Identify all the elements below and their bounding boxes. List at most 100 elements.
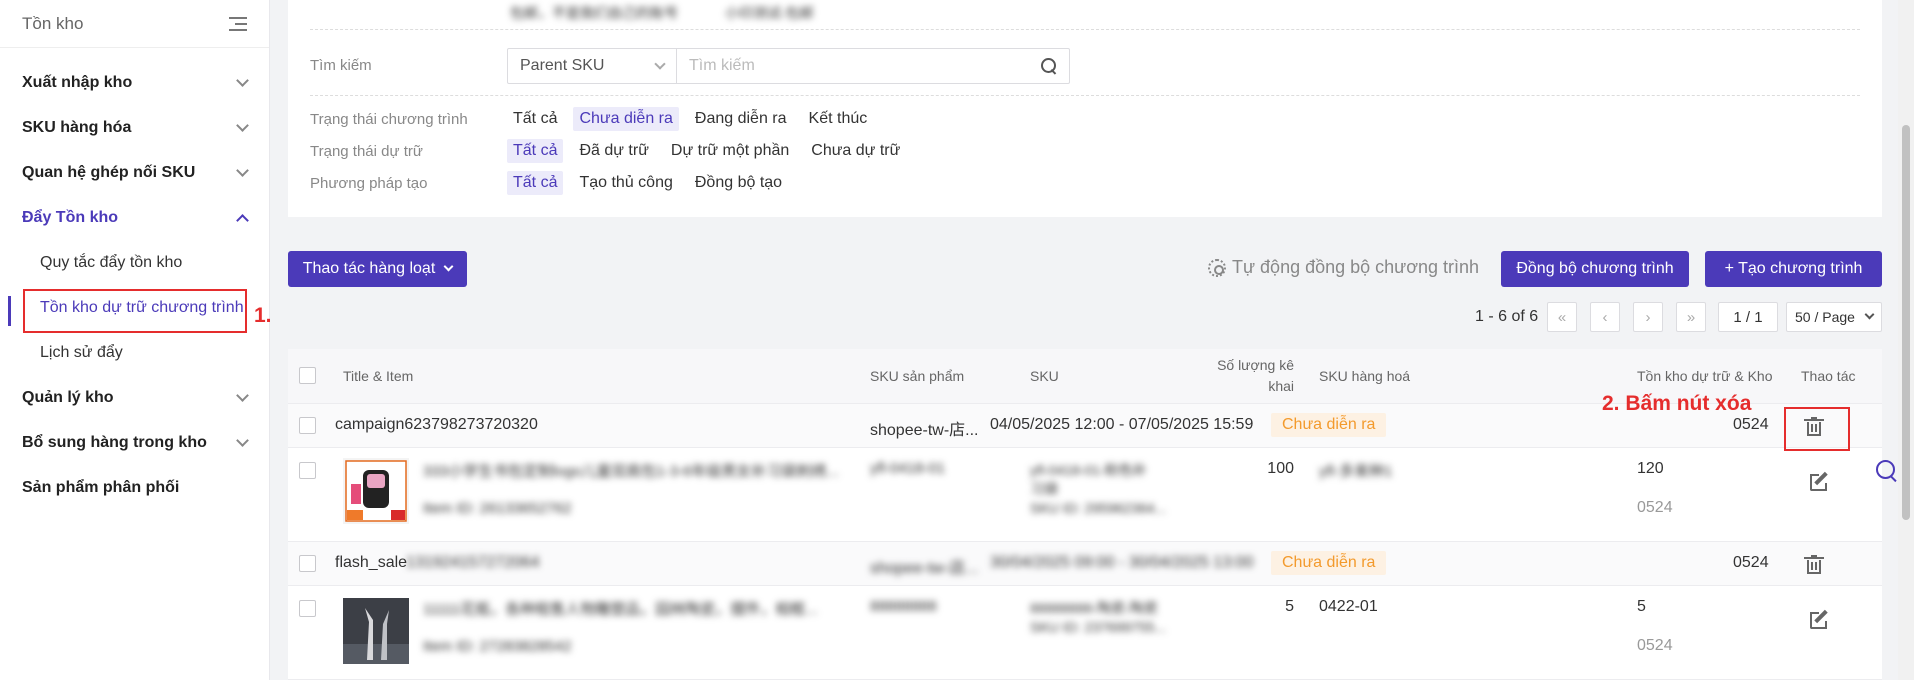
sidebar-item-label: Bổ sung hàng trong kho [22,433,207,451]
item-id: Item ID: 27283828542 [423,638,572,655]
chevron-down-icon [236,73,249,87]
row-checkbox[interactable] [299,555,316,572]
chevron-down-icon [443,261,454,272]
header-qty-line1: Số lượng kê [1217,357,1294,373]
sidebar-item-sku-hang-hoa[interactable]: SKU hàng hóa [0,105,269,150]
sku-name-line2: 习袋 [1030,481,1058,497]
gear-icon [1208,258,1226,277]
scrollbar-thumb[interactable] [1902,125,1910,520]
annotation-step2: 2. Bấm nút xóa [1602,392,1752,415]
select-all-checkbox[interactable] [299,367,316,384]
annotation-box-step1 [23,289,247,333]
create-program-button[interactable]: + Tạo chương trình [1705,251,1882,287]
prev-page-button[interactable]: ‹ [1590,302,1620,332]
program-status-options: Tất cả Chưa diễn ra Đang diễn ra Kết thú… [507,107,873,131]
search-type-value: Parent SKU [520,57,605,74]
sidebar-item-quan-ly-kho[interactable]: Quản lý kho [0,375,269,420]
search-placeholder: Tìm kiếm [689,57,755,74]
sidebar-item-label: Sản phẩm phân phối [22,478,180,496]
floating-search-icon[interactable] [1876,460,1898,482]
search-group: Parent SKU Tìm kiếm [507,48,1070,84]
reserve-qty: 5 [1637,598,1646,615]
status-badge: Chưa diễn ra [1271,551,1387,575]
collapse-menu-icon[interactable] [229,16,247,31]
status-badge: Chưa diễn ra [1271,413,1387,437]
sidebar-item-label: Xuất nhập kho [22,73,133,91]
product-sku: yfl-0418-01 [870,460,946,477]
reserve-status-label: Trạng thái dự trữ [310,143,423,160]
row-checkbox[interactable] [299,600,316,617]
batch-actions-button[interactable]: Thao tác hàng loạt [288,251,467,287]
edit-icon[interactable] [1810,609,1830,630]
chip-method-all[interactable]: Tất cả [507,171,564,195]
sidebar-item-day-ton-kho[interactable]: Đẩy Tồn kho [0,195,269,240]
row-checkbox[interactable] [299,417,316,434]
program-period: 04/05/2025 12:00 - 07/05/2025 15:59 [990,416,1254,433]
blurred-text: 包邮，不是我们自己的账号 [510,5,678,21]
goods-sku: yfl-多束种1 [1319,463,1393,480]
auto-sync-label: Tự động đồng bộ chương trình [1232,257,1480,277]
first-page-button[interactable]: « [1547,302,1577,332]
batch-actions-label: Thao tác hàng loạt [302,260,436,277]
program-name-blurred: 131924157272064 [406,554,540,571]
sidebar-item-label: Quan hệ ghép nối SKU [22,163,196,181]
sidebar-subitem-label: Quy tắc đẩy tồn kho [40,253,183,271]
table-row: 333小学生书包定制logo儿童双肩包1-3-6年级男女补习袋刺绣... Ite… [288,448,1882,542]
sidebar-header: Tồn kho [0,0,269,48]
sidebar-subitem-label: Lịch sử đẩy [40,343,123,361]
sidebar-subitem-push-rules[interactable]: Quy tắc đẩy tồn kho [0,240,269,285]
shop-name: shopee-tw-店... [870,560,979,577]
page-size-select[interactable]: 50 / Page [1786,302,1882,332]
search-type-select[interactable]: Parent SKU [508,49,677,83]
search-label: Tìm kiếm [310,57,372,74]
edit-icon[interactable] [1810,471,1830,492]
declared-qty: 100 [1267,460,1294,477]
chip-reserve-partial[interactable]: Dự trữ một phần [665,139,795,163]
chip-method-sync[interactable]: Đồng bộ tạo [689,171,788,195]
create-method-label: Phương pháp tạo [310,175,428,192]
chip-program-ended[interactable]: Kết thúc [803,107,874,131]
sidebar-subitem-push-history[interactable]: Lịch sử đẩy [0,330,269,375]
next-page-button[interactable]: › [1633,302,1663,332]
sidebar-item-xuat-nhap-kho[interactable]: Xuất nhập kho [0,60,269,105]
header-actions: Thao tác [1801,368,1856,384]
chip-program-all[interactable]: Tất cả [507,107,563,131]
sku-id: SKU ID: 237699755... [1030,619,1167,635]
chip-reserve-done[interactable]: Đã dự trữ [573,139,654,163]
item-id: Item ID: 26133652762 [423,500,572,517]
chevron-down-icon [1864,309,1875,320]
pagination-range: 1 - 6 of 6 [1475,308,1539,325]
sidebar-item-bo-sung-hang[interactable]: Bổ sung hàng trong kho [0,420,269,465]
program-period: 30/04/2025 09:00 - 30/04/2025 13:00 [990,554,1254,571]
row-checkbox[interactable] [299,462,316,479]
page-input[interactable]: 1 / 1 [1718,302,1778,332]
search-icon[interactable] [1041,58,1057,74]
reserve-status-options: Tất cả Đã dự trữ Dự trữ một phần Chưa dự… [507,139,906,163]
product-thumbnail [343,598,409,664]
sku-name: 88888888-陶瓷-陶瓷 [1030,600,1158,616]
sidebar-item-san-pham-phan-phoi[interactable]: Sản phẩm phân phối [0,465,269,510]
create-method-options: Tất cả Tạo thủ công Đồng bộ tạo [507,171,788,195]
chip-program-upcoming[interactable]: Chưa diễn ra [573,107,679,131]
store-code: 0524 [1637,499,1673,516]
sidebar: Tồn kho Xuất nhập kho SKU hàng hóa Quan … [0,0,270,680]
sku-id: SKU ID: 295962364... [1030,500,1167,516]
auto-sync-toggle[interactable]: Tự động đồng bộ chương trình [1208,257,1479,278]
search-input[interactable]: Tìm kiếm [677,49,1069,83]
blurred-text: 小印测试-包邮 [725,5,814,21]
chip-reserve-all[interactable]: Tất cả [507,139,564,163]
chevron-down-icon [236,118,249,132]
sidebar-title: Tồn kho [22,13,84,33]
chip-program-ongoing[interactable]: Đang diễn ra [689,107,793,131]
last-page-button[interactable]: » [1676,302,1706,332]
trash-icon[interactable] [1804,555,1824,574]
chip-reserve-none[interactable]: Chưa dự trữ [805,139,906,163]
chip-method-manual[interactable]: Tạo thủ công [573,171,678,195]
sync-program-button[interactable]: Đồng bộ chương trình [1501,251,1689,287]
table-row: flash_sale 131924157272064 shopee-tw-店..… [288,542,1882,586]
chevron-down-icon [236,163,249,177]
store-code: 0524 [1733,416,1769,433]
sidebar-item-label: Đẩy Tồn kho [22,208,119,226]
program-name: campaign623798273720320 [335,416,538,433]
sidebar-item-sku-mapping[interactable]: Quan hệ ghép nối SKU [0,150,269,195]
